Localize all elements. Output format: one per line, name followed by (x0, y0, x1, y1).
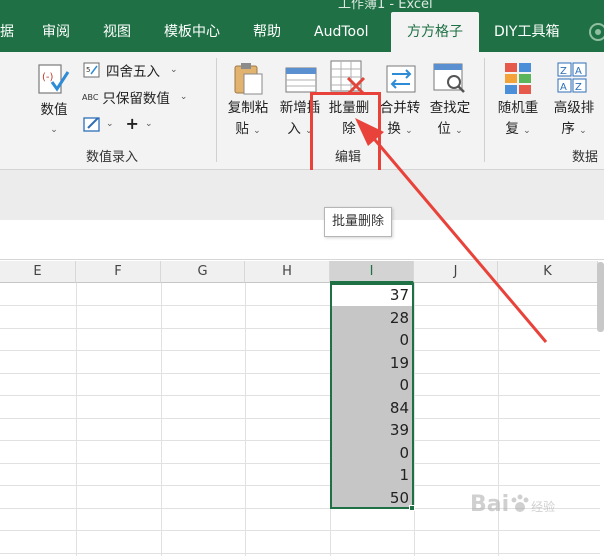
annotation-arrow (355, 118, 548, 343)
watermark-text: Bai (470, 492, 510, 517)
baidu-watermark: Bai 经验 (470, 492, 555, 517)
watermark-suffix: 经验 (531, 500, 556, 514)
paw-icon (511, 494, 529, 512)
